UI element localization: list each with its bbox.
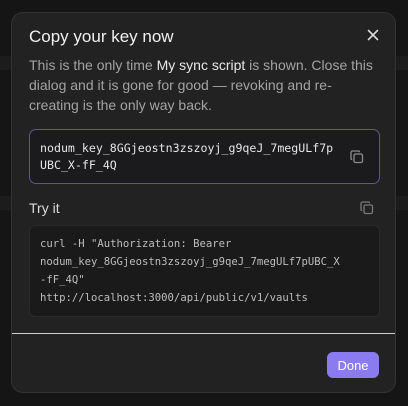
copy-icon [360,201,374,215]
code-line: -fF_4Q" [40,274,85,286]
code-line: http://localhost:3000/api/public/v1/vaul… [40,292,308,304]
copy-icon [350,150,364,164]
dialog-title: Copy your key now [29,27,174,46]
try-it-label: Try it [29,200,60,216]
code-line: curl -H "Authorization: Bearer [40,238,232,250]
api-key-box[interactable]: nodum_key_8GGjeostn3zszoyj_g9qeJ_7megULf… [29,129,380,184]
done-button[interactable]: Done [327,352,379,378]
curl-command[interactable]: curl -H "Authorization: Bearer nodum_key_… [40,235,373,307]
description-text: This is the only time [29,57,157,73]
dialog-description: This is the only time My sync script is … [29,55,379,115]
close-icon [367,29,379,41]
copy-key-button[interactable] [348,148,366,166]
api-key-value[interactable]: nodum_key_8GGjeostn3zszoyj_g9qeJ_7megULf… [40,140,340,174]
curl-command-box[interactable]: curl -H "Authorization: Bearer nodum_key_… [29,225,380,317]
copy-command-button[interactable] [358,199,376,217]
key-name: My sync script [156,57,246,73]
copy-key-dialog: Copy your key now This is the only time … [11,12,396,393]
code-line: nodum_key_8GGjeostn3zszoyj_g9qeJ_7megULf… [40,256,340,268]
footer-divider [12,333,395,334]
close-button[interactable] [364,26,382,44]
